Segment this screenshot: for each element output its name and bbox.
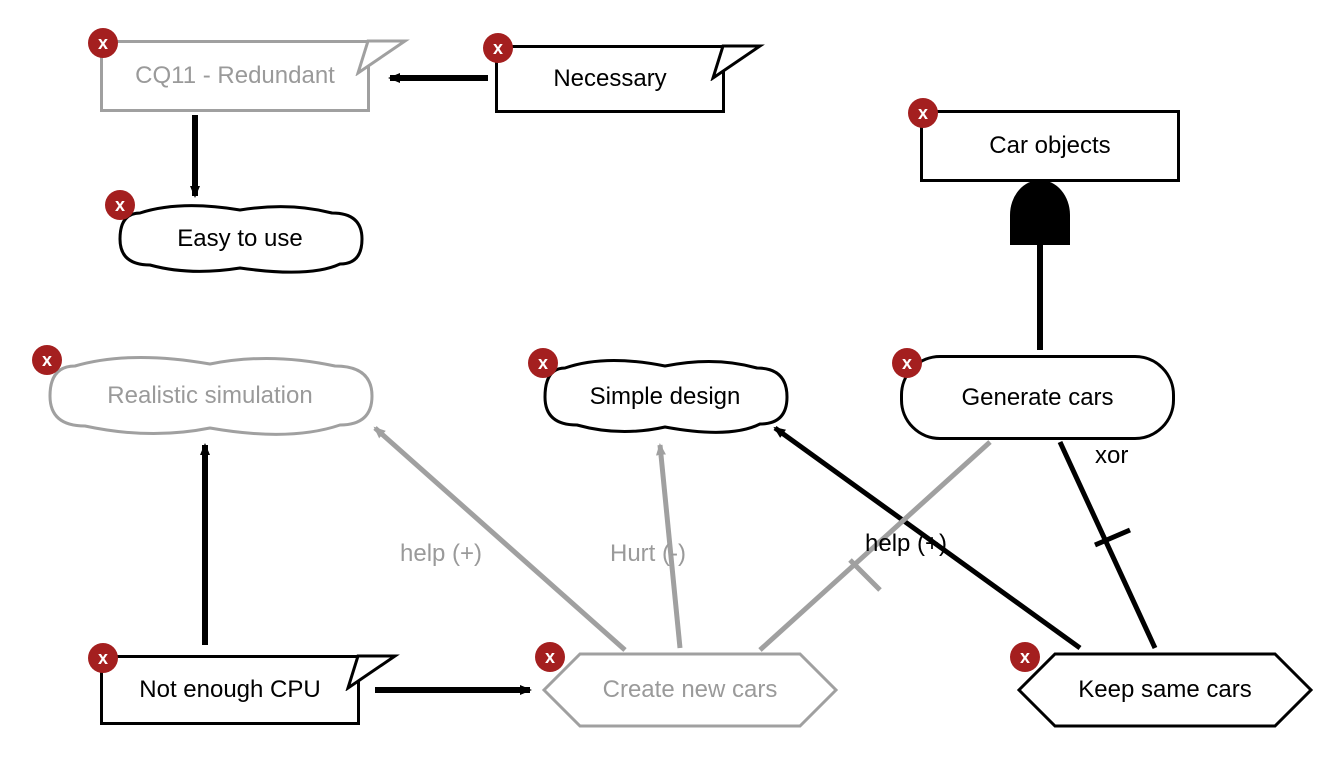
close-icon[interactable]: x — [105, 190, 135, 220]
node-necessary[interactable]: Necessary — [495, 45, 725, 113]
node-label: Car objects — [989, 132, 1110, 160]
node-create-new-cars[interactable]: Create new cars — [540, 650, 840, 730]
node-generate-cars[interactable]: Generate cars — [900, 355, 1175, 440]
node-easy-to-use[interactable]: Easy to use — [110, 198, 370, 280]
close-icon[interactable]: x — [528, 348, 558, 378]
node-car-objects[interactable]: Car objects — [920, 110, 1180, 182]
close-icon[interactable]: x — [483, 33, 513, 63]
callout-tail — [710, 43, 765, 81]
close-icon[interactable]: x — [88, 643, 118, 673]
close-icon[interactable]: x — [535, 642, 565, 672]
node-cq11-redundant[interactable]: CQ11 - Redundant — [100, 40, 370, 112]
edge-label-help-2: help (+) — [865, 530, 947, 558]
node-label: Keep same cars — [1078, 676, 1251, 704]
edge-label-hurt: Hurt (-) — [610, 540, 686, 568]
edge-label-help-1: help (+) — [400, 540, 482, 568]
close-icon[interactable]: x — [892, 348, 922, 378]
node-label: Necessary — [553, 65, 666, 93]
close-icon[interactable]: x — [908, 98, 938, 128]
node-label: CQ11 - Redundant — [135, 62, 335, 90]
close-icon[interactable]: x — [88, 28, 118, 58]
xor-label: xor — [1095, 442, 1128, 470]
callout-tail — [355, 38, 410, 76]
node-simple-design[interactable]: Simple design — [535, 353, 795, 441]
node-realistic-simulation[interactable]: Realistic simulation — [40, 350, 380, 442]
close-icon[interactable]: x — [32, 345, 62, 375]
node-label: Simple design — [535, 353, 795, 441]
node-label: Generate cars — [961, 384, 1113, 412]
callout-tail — [345, 653, 400, 691]
node-keep-same-cars[interactable]: Keep same cars — [1015, 650, 1315, 730]
node-label: Easy to use — [110, 198, 370, 280]
close-icon[interactable]: x — [1010, 642, 1040, 672]
node-not-enough-cpu[interactable]: Not enough CPU — [100, 655, 360, 725]
node-label: Realistic simulation — [40, 350, 380, 442]
node-label: Create new cars — [603, 676, 778, 704]
node-label: Not enough CPU — [139, 676, 320, 704]
